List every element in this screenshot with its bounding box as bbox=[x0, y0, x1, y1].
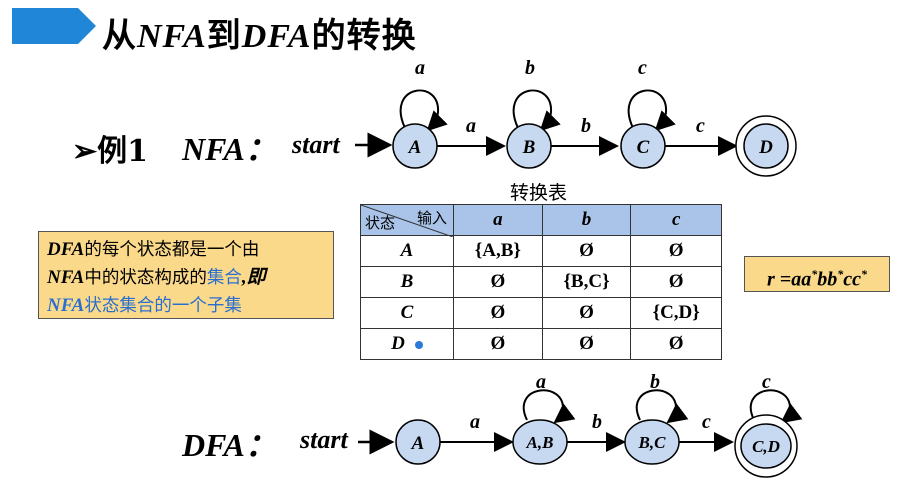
note-line-2: NFA中的状态构成的集合,即 bbox=[47, 267, 266, 288]
nfa-state-C: C bbox=[620, 123, 666, 169]
corner-state-label: 状态 bbox=[365, 214, 396, 232]
svg-text:C: C bbox=[637, 137, 650, 158]
corner-input-label: 输入 bbox=[416, 209, 447, 227]
dfa-loop-label-b: b bbox=[650, 371, 660, 393]
dfa-loop-BC bbox=[635, 389, 689, 424]
dfa-edge-label-b: b bbox=[592, 411, 602, 433]
nfa-loop-label-b: b bbox=[525, 57, 535, 79]
svg-text:A,B: A,B bbox=[526, 433, 554, 452]
dfa-loop-AB bbox=[522, 389, 576, 424]
table-cell: Ø bbox=[630, 328, 722, 360]
pointer-dot-icon bbox=[414, 340, 423, 349]
row-state-with-marker: D bbox=[360, 328, 454, 360]
nfa-edge-label-b: b bbox=[581, 115, 591, 137]
svg-text:A: A bbox=[411, 433, 425, 454]
column-header-a: a bbox=[453, 204, 543, 236]
dfa-state-A: A bbox=[395, 419, 441, 465]
nfa-edge-label-c: c bbox=[696, 115, 705, 137]
table-row: B Ø {B,C} Ø bbox=[360, 266, 722, 298]
column-header-c: c bbox=[630, 204, 722, 236]
nfa-loop-label-c: c bbox=[638, 57, 647, 79]
nfa-state-D: D bbox=[735, 115, 797, 177]
table-corner: 输入 状态 bbox=[360, 204, 454, 237]
table-row: C Ø Ø {C,D} bbox=[360, 297, 722, 329]
table-cell: Ø bbox=[453, 297, 543, 329]
dfa-loop-label-c: c bbox=[762, 371, 771, 393]
dfa-loop-label-a: a bbox=[536, 371, 546, 393]
nfa-state-B: B bbox=[506, 123, 552, 169]
note-line-1: DFA的每个状态都是一个由 bbox=[47, 239, 260, 260]
table-header-row: 输入 状态 a b c bbox=[360, 204, 722, 237]
table-cell: Ø bbox=[541, 235, 632, 267]
table-cell: Ø bbox=[453, 266, 543, 298]
svg-text:B: B bbox=[522, 137, 536, 158]
nfa-edge-label-a: a bbox=[466, 115, 476, 137]
svg-text:D: D bbox=[758, 137, 773, 158]
table-row: D Ø Ø Ø bbox=[360, 328, 722, 360]
table-cell: {C,D} bbox=[630, 297, 722, 329]
nfa-loop-label-a: a bbox=[415, 57, 425, 79]
table-cell: {A,B} bbox=[453, 235, 543, 267]
column-header-b: b bbox=[541, 204, 632, 236]
table-caption: 转换表 bbox=[510, 182, 568, 204]
dfa-edge-label-a: a bbox=[470, 411, 480, 433]
nfa-state-A: A bbox=[392, 123, 438, 169]
row-state: B bbox=[360, 266, 454, 298]
dfa-state-AB: A,B bbox=[512, 419, 568, 465]
dfa-state-BC: B,C bbox=[624, 419, 680, 465]
svg-text:B,C: B,C bbox=[638, 433, 667, 452]
table-cell: {B,C} bbox=[541, 266, 632, 298]
table-row: A {A,B} Ø Ø bbox=[360, 235, 722, 267]
regex-box: r =aa*bb*cc* bbox=[744, 256, 890, 292]
explanation-note: DFA的每个状态都是一个由 NFA中的状态构成的集合,即 NFA状态集合的一个子… bbox=[38, 231, 334, 319]
table-cell: Ø bbox=[453, 328, 543, 360]
svg-text:C,D: C,D bbox=[752, 437, 780, 456]
svg-text:A: A bbox=[408, 137, 422, 158]
table-cell: Ø bbox=[630, 266, 722, 298]
transition-table: 输入 状态 a b c A {A,B} Ø Ø B Ø {B,C} Ø C Ø … bbox=[360, 204, 722, 360]
row-state-label: D bbox=[391, 333, 405, 354]
table-cell: Ø bbox=[541, 328, 632, 360]
row-state: A bbox=[360, 235, 454, 267]
dfa-edge-label-c: c bbox=[702, 411, 711, 433]
table-cell: Ø bbox=[630, 235, 722, 267]
table-cell: Ø bbox=[541, 297, 632, 329]
row-state: C bbox=[360, 297, 454, 329]
note-line-3: NFA状态集合的一个子集 bbox=[47, 295, 242, 316]
dfa-state-CD: C,D bbox=[734, 414, 798, 478]
